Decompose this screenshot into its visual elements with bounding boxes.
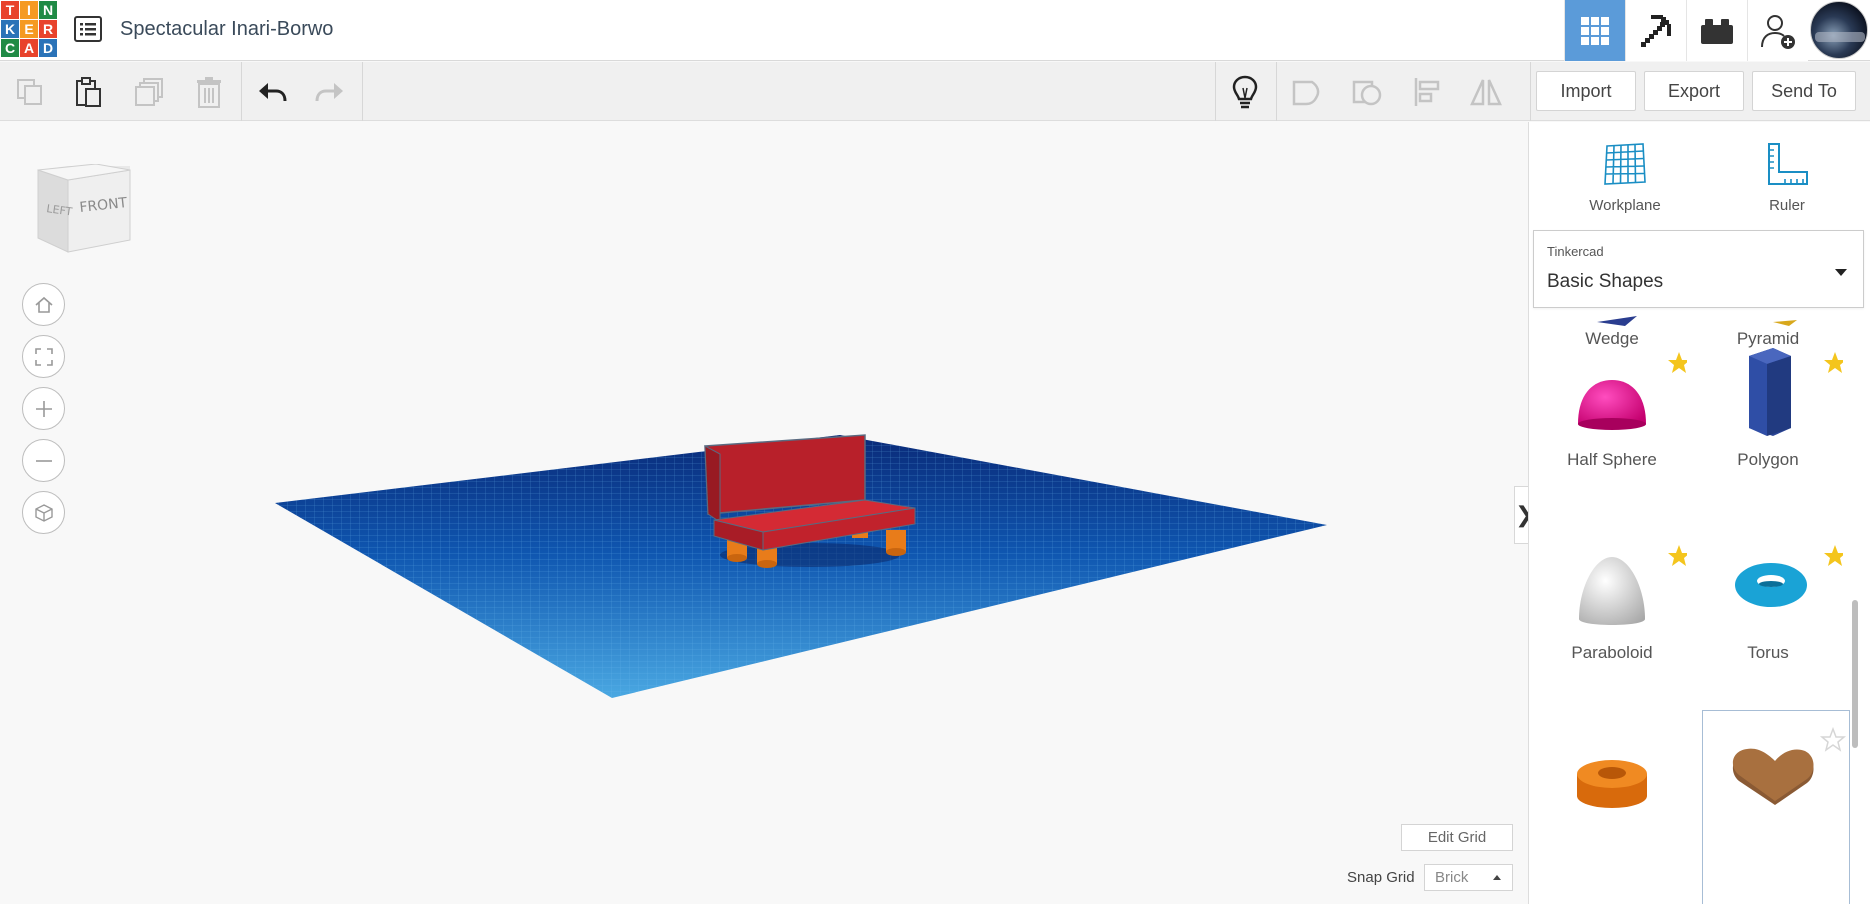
top-bar: T I N K E R C A D Spectacular Inari-Borw… [0,0,1870,61]
ruler-icon [1768,143,1808,185]
favorite-star-icon[interactable] [1819,726,1847,752]
zoom-in-icon [35,400,52,417]
redo-icon[interactable] [301,62,359,121]
favorite-star-icon[interactable] [1668,545,1687,566]
workplane-label: Workplane [1589,197,1661,214]
hide-icon[interactable] [1338,62,1396,121]
home-view-button[interactable] [22,283,65,326]
zoom-out-button[interactable] [22,439,65,482]
perspective-button[interactable] [22,491,65,534]
logo-letter: A [20,39,38,57]
favorite-star-icon[interactable] [1668,352,1687,373]
ruler-label: Ruler [1769,197,1805,214]
logo-letter: R [39,20,57,38]
shape-torus[interactable]: Torus [1693,527,1843,707]
logo-letter: I [20,1,38,19]
logo-letter: E [20,20,38,38]
toolbar-divider [1276,62,1277,121]
chevron-down-icon [1835,269,1847,276]
shape-paraboloid[interactable]: Paraboloid [1537,527,1687,707]
shape-grid: Wedge Pyramid Half Sphere Polygon Parabo… [1529,314,1859,904]
copy-icon[interactable] [1,62,59,121]
heart-icon [1732,726,1847,805]
workplane-tool[interactable]: Workplane [1565,140,1685,214]
shape-tube[interactable] [1537,718,1687,898]
library-source: Tinkercad [1547,244,1604,259]
user-avatar[interactable] [1810,1,1868,59]
workplane-icon [1604,143,1646,185]
delete-icon[interactable] [180,62,238,121]
logo-letter: D [39,39,57,57]
shapes-panel: Workplane Ruler Tinkercad Basic Shapes W… [1528,122,1870,904]
home-icon [34,296,53,313]
zoom-out-icon [35,459,52,462]
library-name: Basic Shapes [1547,271,1664,292]
snap-grid-value: Brick [1435,869,1469,886]
shape-label: Paraboloid [1571,643,1653,662]
shape-label: Half Sphere [1567,450,1657,469]
panel-scrollbar[interactable] [1852,600,1858,748]
import-button[interactable]: Import [1536,71,1636,111]
shape-half-sphere[interactable]: Half Sphere [1537,334,1687,514]
shape-label: Torus [1747,643,1789,662]
add-user-icon[interactable] [1747,0,1808,61]
3d-viewport[interactable]: LEFT FRONT [0,122,1527,904]
toolbar-divider [1530,62,1531,121]
favorite-star-icon[interactable] [1824,352,1843,373]
top-right-nav [1564,0,1870,61]
tinkercad-logo[interactable]: T I N K E R C A D [1,1,57,58]
mirror-icon[interactable] [1457,62,1515,121]
shape-heart[interactable] [1702,710,1850,904]
duplicate-icon[interactable] [120,62,178,121]
align-icon[interactable] [1398,62,1456,121]
favorite-star-icon[interactable] [1824,545,1843,566]
view-cube[interactable]: LEFT FRONT [30,163,132,256]
toolbar-divider [362,62,363,121]
perspective-icon [34,503,53,522]
edit-toolbar: Import Export Send To [0,62,1870,121]
design-list-icon[interactable] [74,16,102,42]
design-title[interactable]: Spectacular Inari-Borwo [120,18,333,41]
paste-icon[interactable] [59,62,117,121]
bricks-icon[interactable] [1686,0,1747,61]
logo-letter: C [1,39,19,57]
scene-render[interactable] [0,122,1527,904]
fit-view-icon [34,347,53,366]
shape-library-dropdown[interactable]: Tinkercad Basic Shapes [1533,230,1864,308]
ruler-tool[interactable]: Ruler [1727,140,1847,214]
fit-view-button[interactable] [22,335,65,378]
logo-letter: N [39,1,57,19]
show-all-icon[interactable] [1278,62,1336,121]
send-to-button[interactable]: Send To [1752,71,1856,111]
codeblocks-pickaxe-icon[interactable] [1625,0,1686,61]
3d-design-grid-icon[interactable] [1564,0,1625,61]
toolbar-divider [241,62,242,121]
tube-icon [1577,760,1647,808]
note-lightbulb-icon[interactable] [1216,62,1274,121]
edit-grid-button[interactable]: Edit Grid [1401,824,1513,851]
export-button[interactable]: Export [1644,71,1744,111]
shape-label: Polygon [1737,450,1799,469]
shape-polygon[interactable]: Polygon [1693,334,1843,514]
logo-letter: K [1,20,19,38]
snap-grid-label: Snap Grid [1347,869,1415,886]
logo-letter: T [1,1,19,19]
undo-icon[interactable] [243,62,301,121]
zoom-in-button[interactable] [22,387,65,430]
snap-grid-select[interactable]: Brick [1424,864,1513,891]
